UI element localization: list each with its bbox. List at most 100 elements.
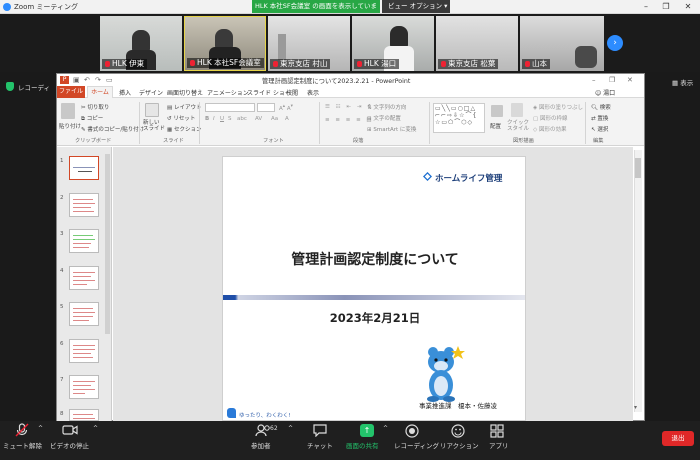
video-options-icon[interactable]: ^: [93, 425, 98, 432]
tab-animations[interactable]: アニメーション: [207, 88, 249, 97]
audio-options-icon[interactable]: ^: [38, 425, 43, 432]
reactions-button-label[interactable]: リアクション: [440, 440, 479, 450]
ppt-restore-icon[interactable]: ❐: [609, 76, 615, 84]
new-slide-button[interactable]: 新しい スライド: [143, 120, 165, 132]
slide-thumbnail[interactable]: [69, 339, 99, 363]
find-button[interactable]: 🔍︎ 検索: [591, 103, 611, 111]
record-icon[interactable]: [405, 424, 419, 438]
tab-slideshow[interactable]: スライド ショー: [247, 88, 291, 97]
quick-style-button[interactable]: クイック スタイル: [507, 120, 529, 132]
video-button-label[interactable]: ビデオの停止: [50, 440, 89, 450]
slide-title[interactable]: 管理計画認定制度について: [223, 249, 525, 269]
smartart-button[interactable]: ⊞ SmartArt に変換: [367, 125, 416, 133]
start-slideshow-icon[interactable]: ▭: [106, 76, 113, 84]
tab-view[interactable]: 表示: [307, 88, 319, 97]
copy-button[interactable]: ⧉ コピー: [81, 114, 103, 123]
close-icon[interactable]: ✕: [682, 1, 694, 12]
new-slide-icon[interactable]: [145, 103, 159, 117]
participant-tile[interactable]: HLK 伊東: [100, 16, 182, 71]
participant-tile[interactable]: HLK 湯口: [352, 16, 434, 71]
apps-button-label[interactable]: アプリ: [489, 440, 509, 450]
shape-fill-button[interactable]: ◈ 図形の塗りつぶし: [533, 103, 583, 111]
format-painter-button[interactable]: ✎ 書式のコピー/貼り付け: [81, 125, 144, 133]
view-options-button[interactable]: ビュー オプション ▾: [382, 0, 450, 13]
paste-button[interactable]: 貼り付け: [59, 122, 81, 130]
participant-tile[interactable]: 東京支店 村山: [268, 16, 350, 71]
shape-outline-button[interactable]: ▢ 図形の枠線: [533, 114, 567, 122]
italic-button[interactable]: I: [213, 116, 215, 122]
underline-button[interactable]: U: [220, 116, 224, 122]
current-slide[interactable]: ホームライフ管理 管理計画認定制度について 2023年2月21日 事業推進課 榎…: [222, 156, 526, 421]
ppt-minimize-icon[interactable]: –: [592, 76, 596, 84]
select-button[interactable]: ↖ 選択: [591, 125, 608, 133]
reactions-icon[interactable]: [451, 424, 465, 438]
text-direction-button[interactable]: ⇅ 文字列の方向: [367, 103, 406, 111]
participant-tile[interactable]: 山本: [520, 16, 604, 71]
slide-scrollbar-thumb[interactable]: [635, 158, 641, 178]
slide-date[interactable]: 2023年2月21日: [223, 310, 525, 326]
tab-insert[interactable]: 挿入: [119, 88, 131, 97]
participants-button-label[interactable]: 参加者: [251, 440, 271, 450]
slide-scrollbar[interactable]: [634, 150, 642, 412]
strip-next-button[interactable]: ›: [607, 35, 623, 51]
slide-thumbnail[interactable]: [69, 193, 99, 217]
participant-tile[interactable]: 東京支店 松葉: [436, 16, 518, 71]
shapes-gallery[interactable]: ▭╲╲▭○□△ ⌐⌐⇨⇩☆⌒{☆▭⬠⌒⬡◇: [433, 103, 485, 133]
strike-button[interactable]: abc: [237, 116, 247, 122]
font-size-select[interactable]: [257, 103, 275, 112]
share-button-label[interactable]: 画面の共有: [346, 440, 379, 450]
redo-icon[interactable]: ↷: [95, 76, 101, 84]
bold-button[interactable]: B: [205, 116, 209, 122]
tab-transitions[interactable]: 画面切り替え: [167, 88, 203, 97]
participants-icon[interactable]: [255, 424, 271, 437]
mute-button-label[interactable]: ミュート解除: [3, 440, 42, 450]
leave-meeting-button[interactable]: 退出: [662, 431, 694, 446]
apps-icon[interactable]: [490, 424, 504, 438]
case-button[interactable]: Aa: [271, 116, 278, 122]
maximize-icon[interactable]: ❐: [660, 1, 672, 12]
thumbnail-scrollbar[interactable]: [105, 154, 110, 334]
record-button-label[interactable]: レコーディング: [394, 440, 439, 450]
quick-style-icon[interactable]: [511, 103, 523, 117]
participants-options-icon[interactable]: ^: [288, 425, 293, 432]
section-button[interactable]: ▦ セクション: [167, 125, 201, 133]
text-align-button[interactable]: ⊟ 文字の配置: [367, 114, 401, 122]
slide-thumbnail[interactable]: [69, 409, 99, 421]
reset-button[interactable]: ↺ リセット: [167, 114, 195, 122]
layout-button[interactable]: ▤ レイアウト: [167, 103, 201, 111]
shape-effect-button[interactable]: ◇ 図形の効果: [533, 125, 567, 133]
arrange-button[interactable]: 配置: [490, 122, 501, 130]
arrange-icon[interactable]: [491, 105, 503, 117]
cut-button[interactable]: ✂ 切り取り: [81, 103, 109, 111]
next-slide-icon[interactable]: ▾: [634, 404, 637, 411]
mic-muted-icon[interactable]: [15, 423, 29, 437]
tab-file[interactable]: ファイル: [57, 86, 85, 98]
slide-thumbnail[interactable]: [69, 302, 99, 326]
chat-button-label[interactable]: チャット: [307, 440, 333, 450]
slide-presenter[interactable]: 事業推進課 榎本・佐藤凌: [419, 400, 497, 410]
tab-design[interactable]: デザイン: [139, 88, 163, 97]
show-button[interactable]: ▦ 表示: [672, 77, 693, 87]
tab-review[interactable]: 校閲: [286, 88, 298, 97]
undo-icon[interactable]: ↶: [84, 76, 90, 84]
ppt-close-icon[interactable]: ✕: [627, 76, 633, 84]
char-spacing-button[interactable]: AV: [255, 116, 262, 122]
slide-thumbnail[interactable]: [69, 266, 99, 290]
font-name-select[interactable]: [205, 103, 255, 112]
share-screen-icon[interactable]: ↑: [360, 424, 374, 437]
participant-tile[interactable]: HLK 本社SF会議室: [184, 16, 266, 71]
slide-thumbnail[interactable]: [69, 375, 99, 399]
font-grow-icon[interactable]: A▴ A▾: [279, 104, 293, 112]
video-camera-icon[interactable]: [62, 424, 78, 436]
share-options-icon[interactable]: ^: [383, 425, 388, 432]
paste-icon[interactable]: [61, 103, 75, 119]
chat-icon[interactable]: [313, 424, 327, 437]
shadow-button[interactable]: S: [228, 116, 232, 122]
font-color-button[interactable]: A: [285, 116, 289, 122]
slide-thumbnail[interactable]: [69, 229, 99, 253]
account-user[interactable]: ☺ 湯口: [595, 88, 615, 97]
minimize-icon[interactable]: –: [640, 1, 652, 12]
slide-thumbnail[interactable]: [69, 156, 99, 180]
save-icon[interactable]: ▣: [73, 76, 80, 84]
replace-button[interactable]: ⇄ 置換: [591, 114, 608, 122]
